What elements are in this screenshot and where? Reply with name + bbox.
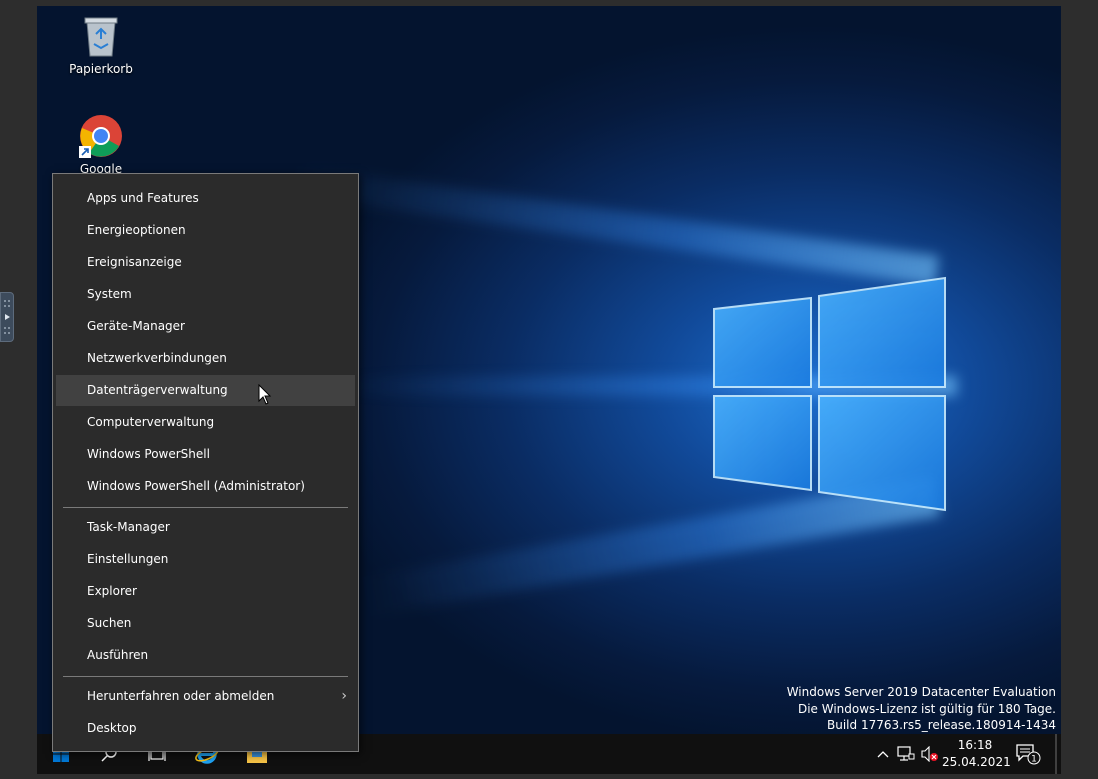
windows-watermark: Windows Server 2019 Datacenter Evaluatio…: [787, 684, 1056, 734]
notification-icon: 1: [1016, 744, 1041, 765]
menu-item-windows-powershell-admin[interactable]: Windows PowerShell (Administrator): [56, 471, 355, 502]
menu-item-device-manager[interactable]: Geräte-Manager: [56, 311, 355, 342]
desktop-icon-label: Papierkorb: [69, 62, 133, 76]
menu-item-explorer[interactable]: Explorer: [56, 576, 355, 607]
menu-item-computer-management[interactable]: Computerverwaltung: [56, 407, 355, 438]
menu-item-disk-management[interactable]: Datenträgerverwaltung: [56, 375, 355, 406]
chrome-icon: [79, 115, 122, 158]
menu-item-windows-powershell[interactable]: Windows PowerShell: [56, 439, 355, 470]
watermark-line: Build 17763.rs5_release.180914-1434: [827, 718, 1056, 732]
network-icon: [897, 746, 915, 761]
session-side-handle[interactable]: [0, 292, 14, 342]
grip-icon: [4, 300, 10, 334]
menu-item-task-manager[interactable]: Task-Manager: [56, 512, 355, 543]
menu-item-network-connections[interactable]: Netzwerkverbindungen: [56, 343, 355, 374]
menu-item-shutdown-signout[interactable]: Herunterfahren oder abmelden ›: [56, 681, 355, 712]
action-center-button[interactable]: 1: [1011, 734, 1045, 774]
watermark-line: Die Windows-Lizenz ist gültig für 180 Ta…: [797, 701, 1056, 716]
volume-muted-icon: [921, 746, 938, 762]
windows-logo-icon: [713, 276, 946, 512]
menu-item-desktop[interactable]: Desktop: [56, 713, 355, 744]
notification-count: 1: [1031, 755, 1037, 765]
menu-item-search[interactable]: Suchen: [56, 608, 355, 639]
taskbar-clock[interactable]: 16:18 25.04.2021: [942, 737, 1011, 771]
menu-separator: [63, 507, 348, 508]
menu-separator: [63, 676, 348, 677]
desktop-icon-recycle-bin[interactable]: Papierkorb: [61, 14, 141, 76]
mouse-cursor-icon: [258, 384, 272, 405]
network-status-button[interactable]: [895, 734, 917, 774]
clock-time: 16:18: [957, 738, 993, 752]
show-desktop-button[interactable]: [1055, 734, 1057, 774]
watermark-line: Windows Server 2019 Datacenter Evaluatio…: [786, 685, 1056, 699]
menu-item-settings[interactable]: Einstellungen: [56, 544, 355, 575]
menu-item-apps-features[interactable]: Apps und Features: [56, 183, 355, 214]
volume-button[interactable]: [919, 734, 941, 774]
menu-item-event-viewer[interactable]: Ereignisanzeige: [56, 247, 355, 278]
menu-item-run[interactable]: Ausführen: [56, 640, 355, 671]
winx-context-menu: Apps und Features Energieoptionen Ereign…: [52, 173, 359, 752]
show-hidden-icons-button[interactable]: [873, 734, 893, 774]
chevron-up-icon: [877, 751, 889, 758]
menu-item-power-options[interactable]: Energieoptionen: [56, 215, 355, 246]
menu-item-system[interactable]: System: [56, 279, 355, 310]
light-beam: [291, 165, 940, 286]
chevron-right-icon: ›: [341, 688, 347, 704]
menu-item-label: Herunterfahren oder abmelden: [87, 689, 275, 703]
clock-date: 25.04.2021: [942, 755, 1011, 769]
recycle-bin-icon: [84, 17, 118, 57]
